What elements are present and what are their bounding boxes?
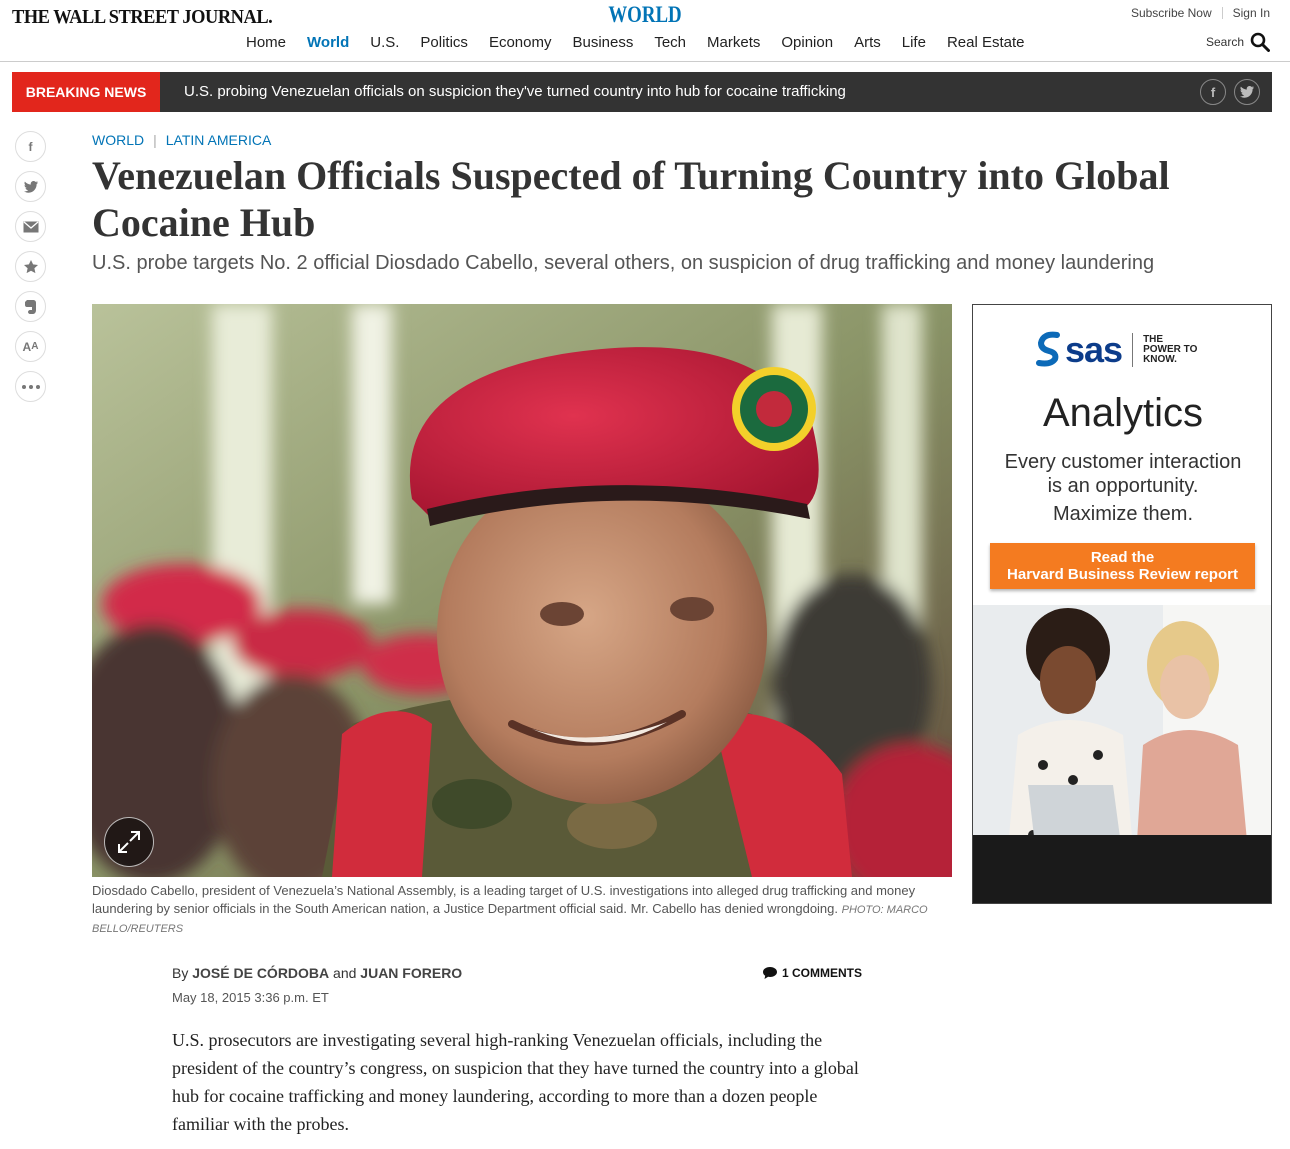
ad-copy: Every customer interaction is an opportu… <box>1004 451 1242 497</box>
section-title[interactable]: WORLD <box>608 2 682 28</box>
nav-markets[interactable]: Markets <box>707 34 760 51</box>
caption-text: Diosdado Cabello, president of Venezuela… <box>92 883 916 916</box>
facebook-icon[interactable]: f <box>1200 79 1226 105</box>
sign-in-link[interactable]: Sign In <box>1233 6 1270 20</box>
text-size-icon[interactable]: AA <box>15 331 46 362</box>
nav-business[interactable]: Business <box>572 34 633 51</box>
search-button[interactable]: Search <box>1206 32 1270 52</box>
sas-advertisement[interactable]: sas THE POWER TO KNOW. Analytics Every c… <box>972 304 1272 904</box>
sas-wordmark: sas <box>1065 329 1123 370</box>
search-icon <box>1250 32 1270 52</box>
byline-and: and <box>333 965 357 981</box>
nav-us[interactable]: U.S. <box>370 34 399 51</box>
breaking-share: f <box>1192 79 1260 105</box>
nav-world[interactable]: World <box>307 34 349 51</box>
article-headline: Venezuelan Officials Suspected of Turnin… <box>92 153 1170 245</box>
twitter-icon[interactable] <box>15 171 46 202</box>
facebook-icon[interactable]: f <box>15 131 46 162</box>
nav-tech[interactable]: Tech <box>654 34 686 51</box>
article-kicker: WORLD | LATIN AMERICA <box>92 132 271 148</box>
main-nav: Home World U.S. Politics Economy Busines… <box>246 34 1045 51</box>
ad-copy-secondary: Maximize them. <box>1052 503 1194 525</box>
article-photo[interactable] <box>92 304 952 877</box>
account-links: Subscribe Now Sign In <box>1131 6 1270 20</box>
email-icon[interactable] <box>15 211 46 242</box>
article-dek: U.S. probe targets No. 2 official Diosda… <box>92 252 1155 274</box>
ad-title: Analytics <box>1042 391 1204 435</box>
nav-opinion[interactable]: Opinion <box>781 34 833 51</box>
publish-date: May 18, 2015 3:36 p.m. ET <box>172 990 329 1005</box>
sas-tagline: THE POWER TO KNOW. <box>1143 334 1198 365</box>
nav-home[interactable]: Home <box>246 34 286 51</box>
twitter-icon[interactable] <box>1234 79 1260 105</box>
expand-icon <box>118 831 140 853</box>
nav-arts[interactable]: Arts <box>854 34 881 51</box>
comments-count: 1 COMMENTS <box>782 966 863 980</box>
wsj-logo[interactable]: THE WALL STREET JOURNAL. <box>12 6 273 29</box>
divider <box>1221 7 1223 19</box>
author-link[interactable]: JOSÉ DE CÓRDOBA <box>192 965 329 981</box>
ad-photo <box>973 605 1271 903</box>
ad-cta-line2: Harvard Business Review report <box>1007 566 1238 583</box>
nav-economy[interactable]: Economy <box>489 34 552 51</box>
nav-real-estate[interactable]: Real Estate <box>947 34 1025 51</box>
kicker-divider: | <box>153 132 157 148</box>
ad-cta-button[interactable]: Read the Harvard Business Review report <box>990 543 1255 589</box>
byline-prefix: By <box>172 965 189 981</box>
breaking-news-bar[interactable]: BREAKING NEWS U.S. probing Venezuelan of… <box>12 72 1272 112</box>
masthead: THE WALL STREET JOURNAL. WORLD Subscribe… <box>0 0 1290 62</box>
nav-life[interactable]: Life <box>902 34 926 51</box>
comment-bubble-icon <box>763 967 777 979</box>
more-icon[interactable] <box>15 371 46 402</box>
kicker-subsection-link[interactable]: LATIN AMERICA <box>166 132 272 148</box>
kicker-section-link[interactable]: WORLD <box>92 132 144 148</box>
breaking-news-label: BREAKING NEWS <box>12 72 160 112</box>
comments-link[interactable]: 1 COMMENTS <box>763 966 862 980</box>
ad-cta-line1: Read the <box>1090 549 1155 566</box>
share-rail: f AA <box>15 131 46 411</box>
search-label: Search <box>1205 35 1244 49</box>
sas-swirl-icon <box>1036 331 1060 367</box>
evernote-icon[interactable] <box>15 291 46 322</box>
byline: By JOSÉ DE CÓRDOBA and JUAN FORERO <box>172 965 462 981</box>
photo-caption: Diosdado Cabello, president of Venezuela… <box>92 882 962 938</box>
subscribe-link[interactable]: Subscribe Now <box>1131 6 1212 20</box>
expand-photo-button[interactable] <box>104 817 154 867</box>
breaking-news-headline[interactable]: U.S. probing Venezuelan officials on sus… <box>184 83 846 100</box>
nav-politics[interactable]: Politics <box>420 34 468 51</box>
photo-illustration <box>92 304 952 877</box>
star-icon[interactable] <box>15 251 46 282</box>
sas-divider <box>1132 333 1134 367</box>
author-link[interactable]: JUAN FORERO <box>360 965 462 981</box>
article-body-paragraph: U.S. prosecutors are investigating sever… <box>172 1030 859 1134</box>
sas-logo: sas THE POWER TO KNOW. <box>1035 329 1203 371</box>
